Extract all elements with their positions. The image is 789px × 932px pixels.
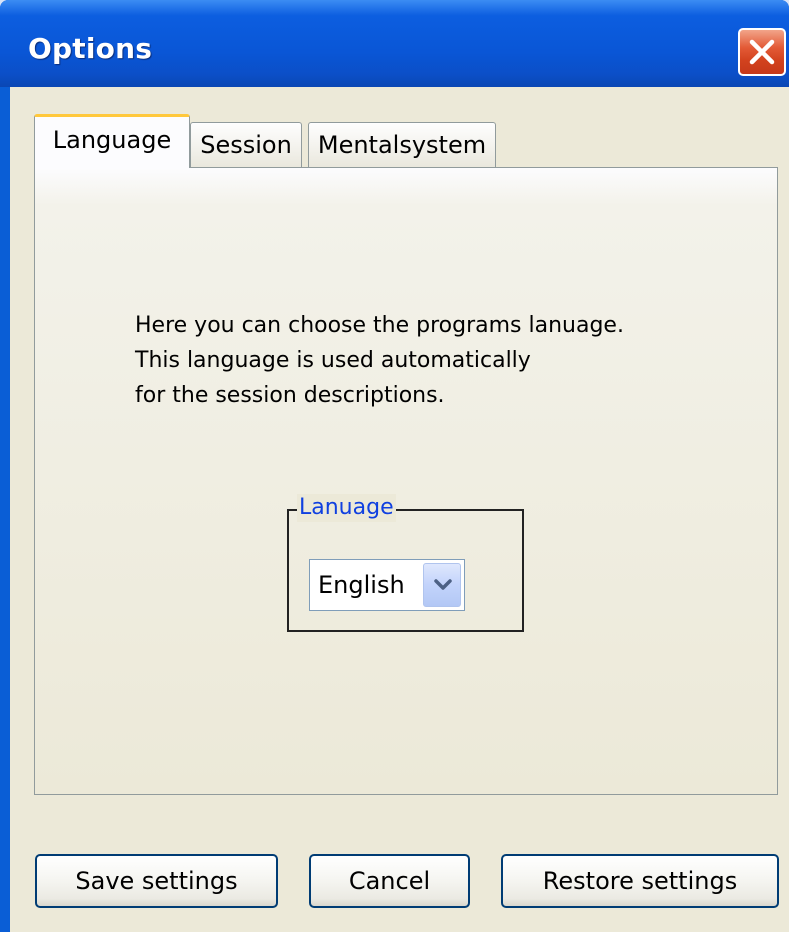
restore-settings-button[interactable]: Restore settings xyxy=(501,854,779,908)
language-select-value: English xyxy=(318,571,405,599)
close-icon xyxy=(749,39,775,65)
tab-session[interactable]: Session xyxy=(190,122,302,168)
tab-mentalsystem[interactable]: Mentalsystem xyxy=(308,122,496,168)
description-line: for the session descriptions. xyxy=(135,383,445,408)
cancel-button[interactable]: Cancel xyxy=(309,854,470,908)
save-settings-button[interactable]: Save settings xyxy=(35,854,278,908)
language-select[interactable]: English xyxy=(309,559,465,611)
close-button[interactable] xyxy=(738,28,786,76)
dialog-client-area: Language Session Mentalsystem Here you c… xyxy=(10,87,789,932)
chevron-down-icon xyxy=(434,579,452,590)
language-description: Here you can choose the programs lanuage… xyxy=(135,308,735,413)
language-dropdown-button[interactable] xyxy=(423,563,461,607)
description-line: Here you can choose the programs lanuage… xyxy=(135,313,624,338)
description-line: This language is used automatically xyxy=(135,348,531,373)
options-dialog: Options Language Session Mentalsystem He… xyxy=(0,0,789,932)
title-bar[interactable]: Options xyxy=(0,0,789,87)
language-groupbox: Lanuage English xyxy=(287,494,524,632)
language-tab-panel: Here you can choose the programs lanuage… xyxy=(34,167,778,795)
window-title: Options xyxy=(28,32,153,65)
language-group-label: Lanuage xyxy=(297,494,396,522)
tab-language[interactable]: Language xyxy=(34,114,190,168)
